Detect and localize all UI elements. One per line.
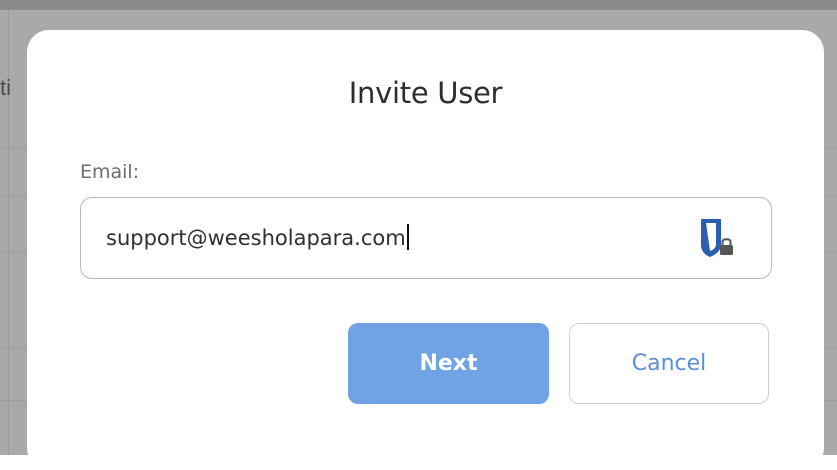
- email-label: Email:: [80, 161, 140, 183]
- email-value: support@weesholapara.com: [106, 226, 406, 250]
- email-value-container: support@weesholapara.com: [106, 224, 409, 250]
- background-partial-text: ti: [0, 75, 11, 100]
- invite-user-dialog: Invite User Email: support@weesholapara.…: [27, 30, 824, 470]
- next-button[interactable]: Next: [348, 323, 549, 404]
- dialog-title: Invite User: [348, 76, 503, 110]
- cancel-button[interactable]: Cancel: [569, 323, 769, 404]
- text-caret: [406, 224, 409, 250]
- password-manager-shield-icon[interactable]: [697, 215, 737, 261]
- email-field[interactable]: support@weesholapara.com: [80, 197, 772, 279]
- background-topbar: [0, 0, 837, 10]
